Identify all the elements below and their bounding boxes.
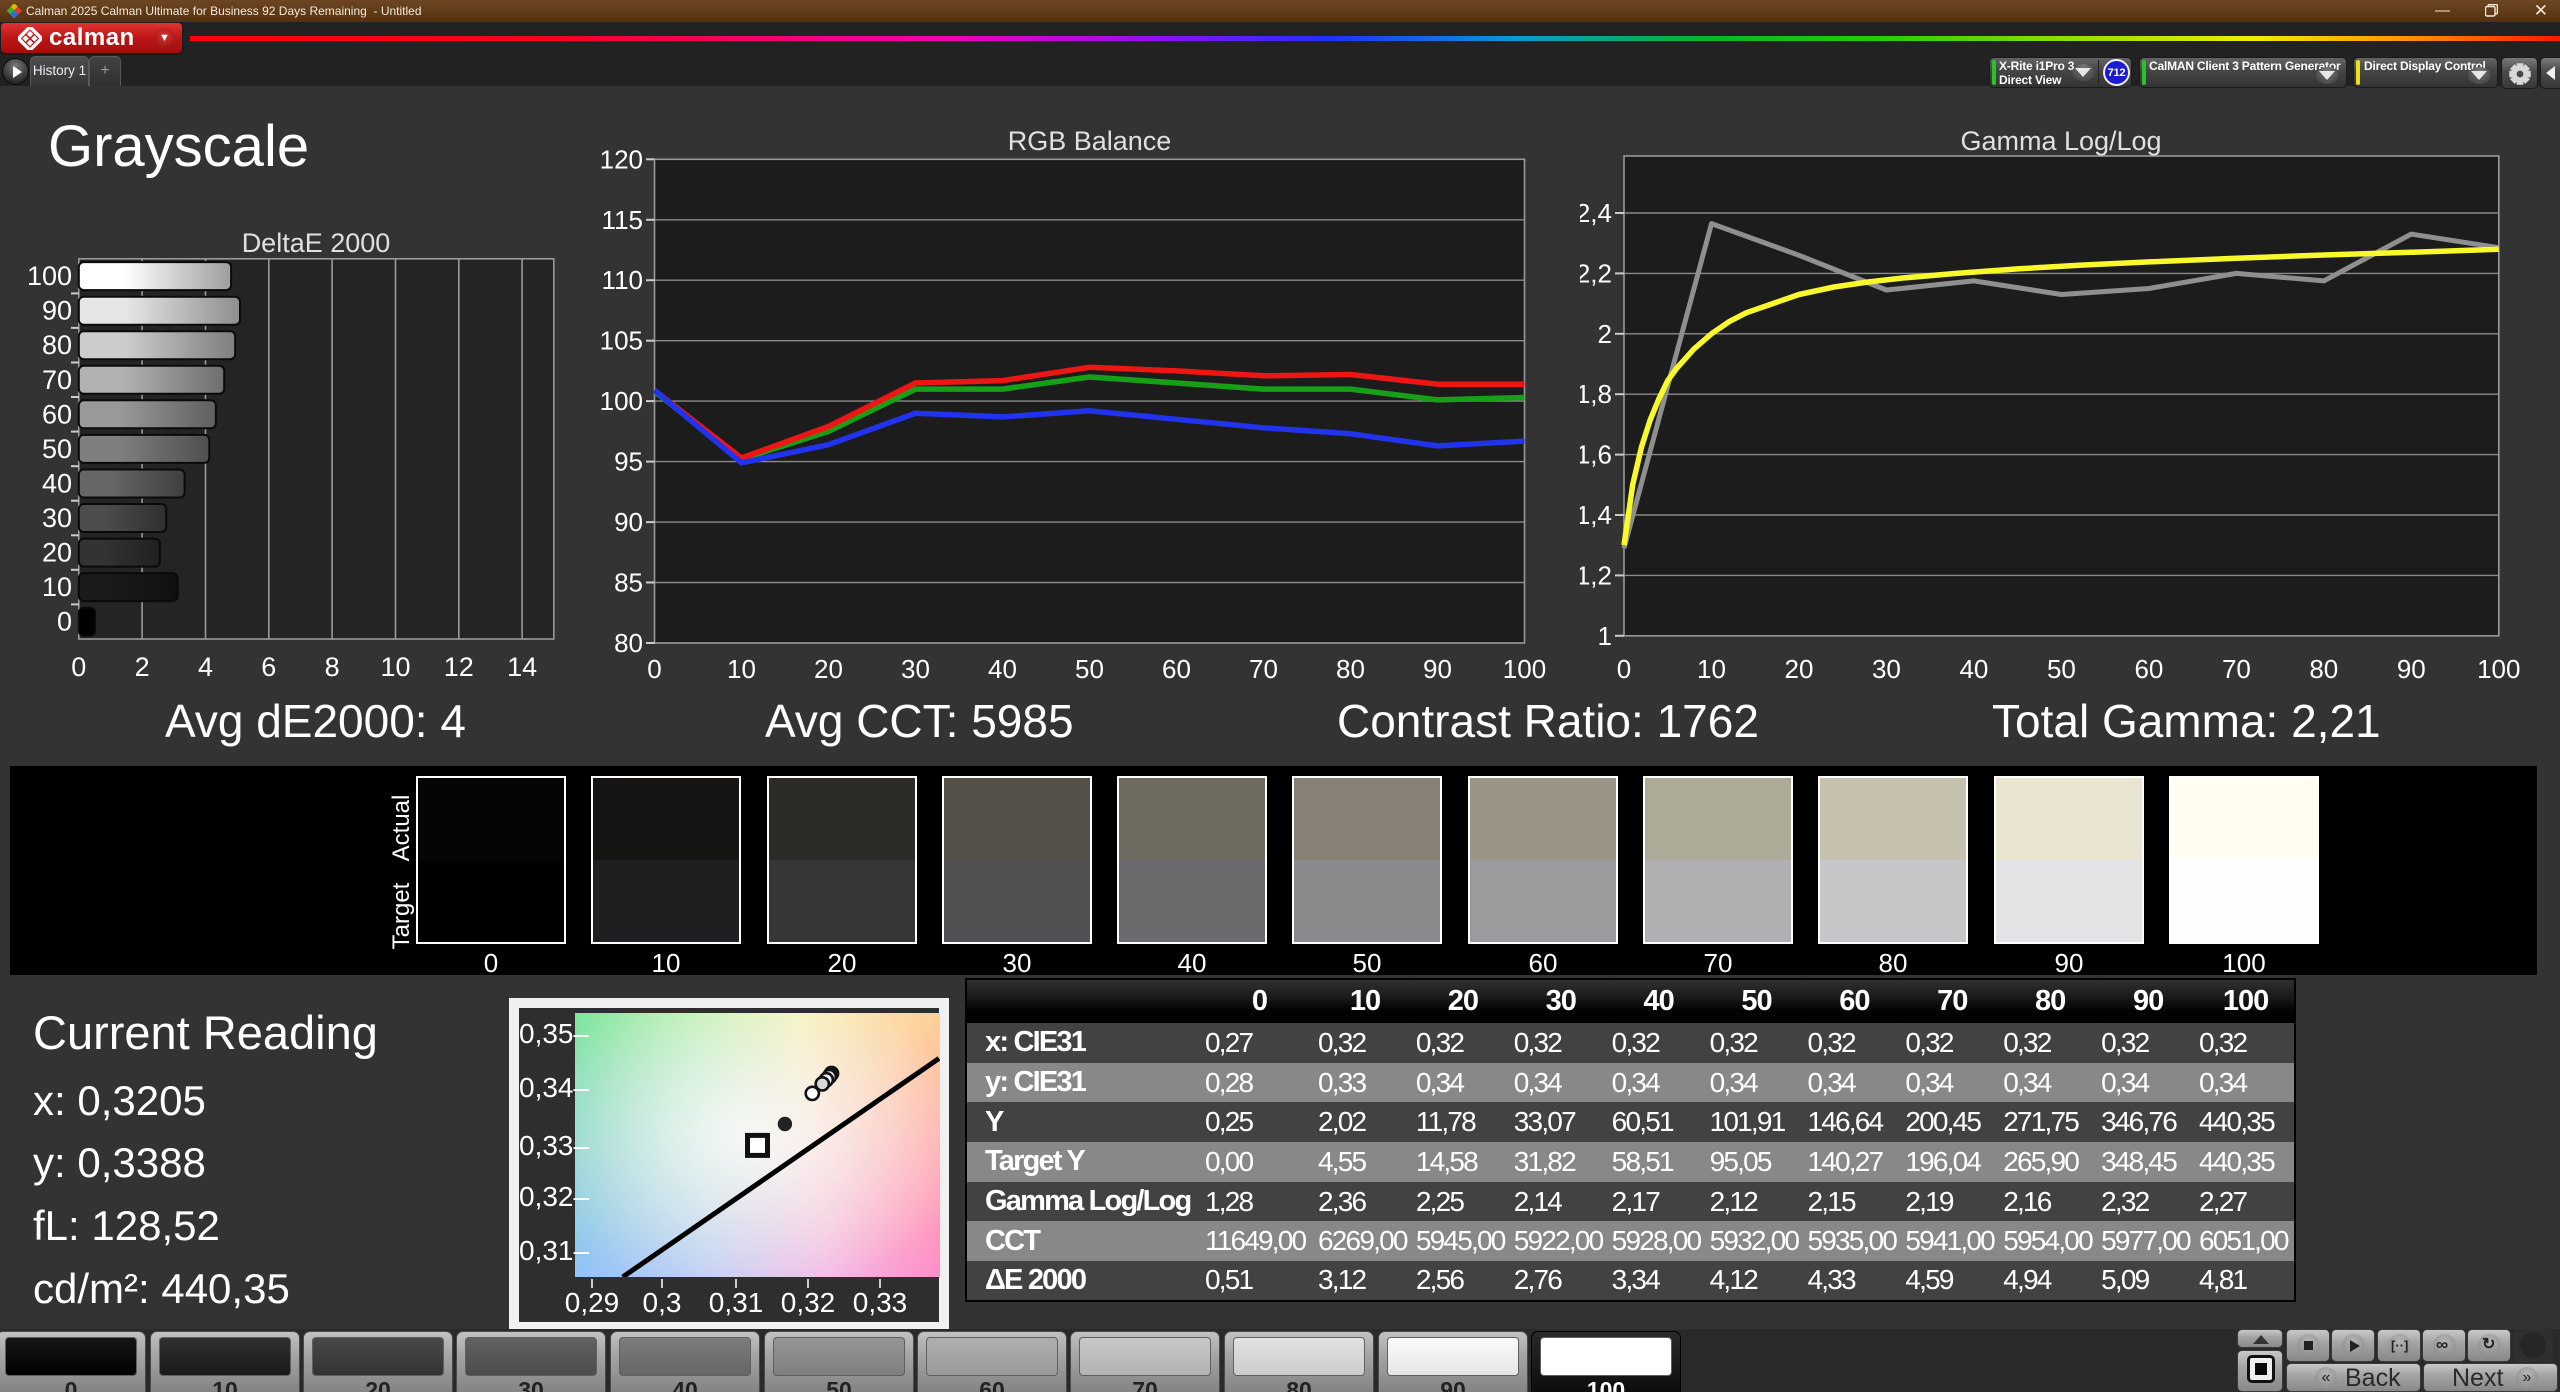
svg-text:6: 6 — [261, 652, 276, 682]
svg-text:1,8: 1,8 — [1580, 379, 1612, 409]
svg-text:90: 90 — [1423, 654, 1452, 684]
svg-text:20: 20 — [1785, 654, 1814, 684]
svg-text:12: 12 — [444, 652, 474, 682]
svg-text:90: 90 — [2397, 654, 2426, 684]
svg-text:70: 70 — [42, 365, 72, 395]
svg-text:2,4: 2,4 — [1580, 198, 1612, 228]
svg-text:40: 40 — [1959, 654, 1988, 684]
svg-text:10: 10 — [727, 654, 756, 684]
svg-text:105: 105 — [600, 326, 643, 356]
svg-text:0: 0 — [1617, 654, 1631, 684]
svg-text:90: 90 — [614, 507, 643, 537]
svg-text:8: 8 — [325, 652, 340, 682]
svg-text:30: 30 — [901, 654, 930, 684]
svg-text:60: 60 — [1162, 654, 1191, 684]
svg-text:80: 80 — [614, 628, 643, 658]
svg-text:4: 4 — [198, 652, 213, 682]
svg-text:DeltaE 2000: DeltaE 2000 — [242, 230, 391, 258]
svg-text:70: 70 — [1249, 654, 1278, 684]
svg-text:110: 110 — [602, 265, 643, 295]
svg-text:1: 1 — [1598, 621, 1612, 651]
svg-text:50: 50 — [42, 434, 72, 464]
svg-text:30: 30 — [1872, 654, 1901, 684]
svg-text:14: 14 — [507, 652, 537, 682]
svg-text:10: 10 — [1697, 654, 1726, 684]
svg-text:2,2: 2,2 — [1580, 258, 1612, 288]
svg-text:100: 100 — [2477, 654, 2520, 684]
svg-text:115: 115 — [602, 205, 643, 235]
svg-text:60: 60 — [42, 399, 72, 429]
svg-text:85: 85 — [614, 568, 643, 598]
svg-text:20: 20 — [814, 654, 843, 684]
svg-text:1,4: 1,4 — [1580, 500, 1612, 530]
svg-text:70: 70 — [2222, 654, 2251, 684]
svg-text:RGB Balance: RGB Balance — [1008, 126, 1172, 156]
svg-text:80: 80 — [2309, 654, 2338, 684]
svg-text:50: 50 — [2047, 654, 2076, 684]
svg-text:10: 10 — [380, 652, 410, 682]
svg-text:1,2: 1,2 — [1580, 560, 1612, 590]
svg-text:30: 30 — [42, 503, 72, 533]
svg-text:0: 0 — [647, 654, 661, 684]
svg-text:120: 120 — [600, 144, 643, 174]
svg-text:80: 80 — [42, 330, 72, 360]
svg-text:0: 0 — [57, 607, 72, 637]
svg-text:1,6: 1,6 — [1580, 440, 1612, 470]
svg-text:100: 100 — [1503, 654, 1546, 684]
svg-text:80: 80 — [1336, 654, 1365, 684]
svg-text:10: 10 — [42, 572, 72, 602]
svg-text:50: 50 — [1075, 654, 1104, 684]
svg-text:0: 0 — [71, 652, 86, 682]
svg-text:Gamma Log/Log: Gamma Log/Log — [1960, 126, 2161, 156]
svg-text:100: 100 — [600, 386, 643, 416]
svg-text:40: 40 — [988, 654, 1017, 684]
svg-text:2: 2 — [135, 652, 150, 682]
svg-text:60: 60 — [2134, 654, 2163, 684]
svg-text:20: 20 — [42, 538, 72, 568]
svg-text:95: 95 — [614, 447, 643, 477]
svg-text:100: 100 — [27, 261, 72, 291]
svg-text:2: 2 — [1598, 319, 1612, 349]
svg-text:40: 40 — [42, 469, 72, 499]
svg-text:90: 90 — [42, 296, 72, 326]
